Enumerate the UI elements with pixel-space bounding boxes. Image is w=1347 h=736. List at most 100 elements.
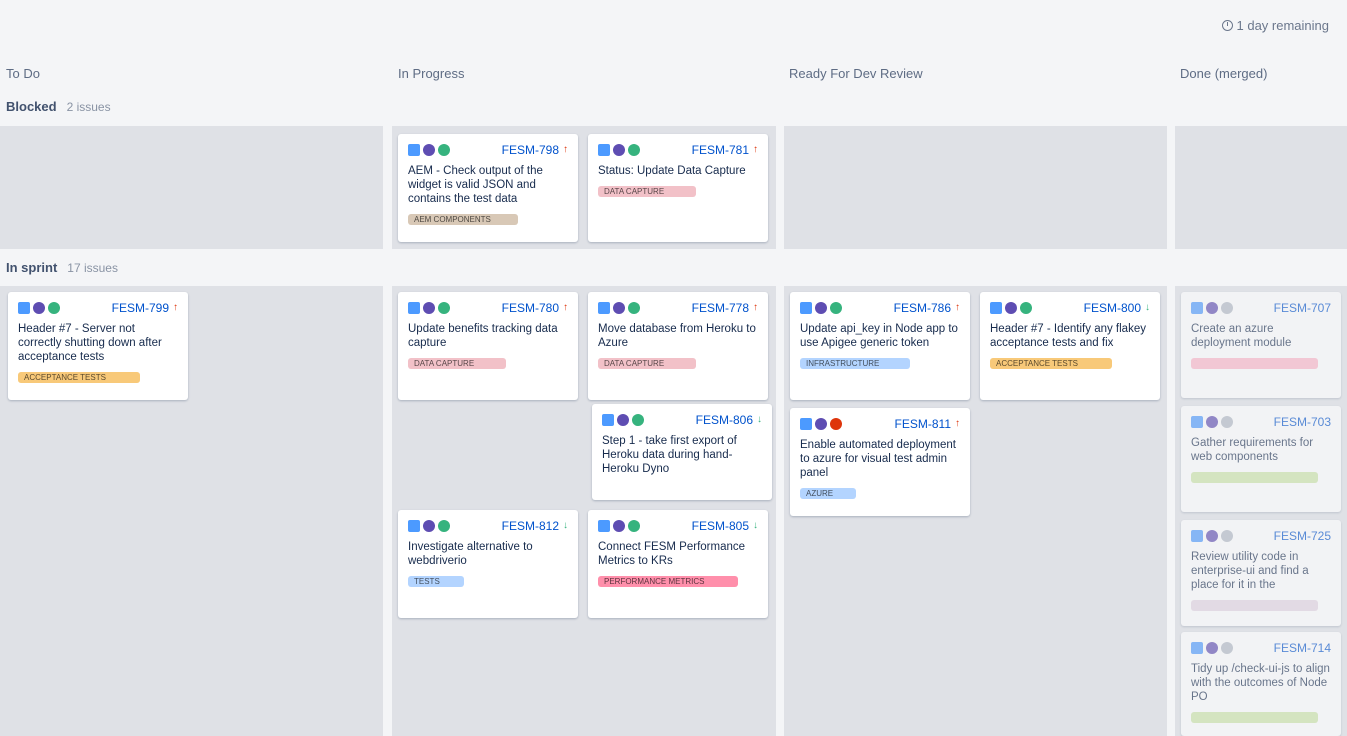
- card-header: FESM-811 ↑: [800, 416, 960, 432]
- issue-card[interactable]: FESM-781 ↑ Status: Update Data Capture DATA…: [588, 134, 768, 242]
- epic-label[interactable]: [1191, 712, 1318, 723]
- issue-type-icon: [408, 302, 420, 314]
- issue-summary: AEM - Check output of the widget is vali…: [408, 165, 543, 205]
- priority-high-icon: ↑: [955, 418, 960, 429]
- priority-high-icon: ↑: [955, 302, 960, 313]
- issue-card[interactable]: FESM-800 ↓ Header #7 - Identify any flakey…: [980, 292, 1160, 400]
- assignee-avatar[interactable]: [423, 144, 435, 156]
- issue-summary: Step 1 - take first export of Heroku dat…: [602, 435, 737, 475]
- assignee-avatar[interactable]: [1206, 416, 1218, 428]
- card-header: FESM-799 ↑: [18, 300, 178, 316]
- issue-summary: Enable automated deployment to azure for…: [800, 439, 956, 479]
- board-header: 1 day remaining: [0, 0, 1347, 56]
- status-icon: [1221, 416, 1233, 428]
- priority-low-icon: ↓: [753, 520, 758, 531]
- status-icon: [830, 302, 842, 314]
- issue-key[interactable]: FESM-798: [502, 143, 559, 157]
- epic-label[interactable]: [1191, 600, 1318, 611]
- issue-key[interactable]: FESM-811: [895, 417, 951, 431]
- epic-label[interactable]: ACCEPTANCE TESTS: [990, 358, 1112, 369]
- issue-summary: Tidy up /check-ui-js to align with the o…: [1191, 663, 1330, 703]
- swimlane-header-blocked[interactable]: Blocked 2 issues: [6, 99, 111, 114]
- status-icon: [628, 144, 640, 156]
- column-header-in-progress[interactable]: In Progress: [398, 66, 464, 81]
- assignee-avatar[interactable]: [423, 302, 435, 314]
- issue-card[interactable]: FESM-798 ↑ AEM - Check output of the widge…: [398, 134, 578, 242]
- issue-card[interactable]: FESM-780 ↑ Update benefits tracking data c…: [398, 292, 578, 400]
- issue-card[interactable]: FESM-725 Review utility code in enterpris…: [1181, 520, 1341, 626]
- assignee-avatar[interactable]: [1206, 302, 1218, 314]
- epic-label[interactable]: TESTS: [408, 576, 464, 587]
- assignee-avatar[interactable]: [617, 414, 629, 426]
- epic-label[interactable]: ACCEPTANCE TESTS: [18, 372, 140, 383]
- issue-summary: Connect FESM Performance Metrics to KRs: [598, 541, 746, 567]
- issue-card[interactable]: FESM-812 ↓ Investigate alternative to webd…: [398, 510, 578, 618]
- column-header-ready-for-review[interactable]: Ready For Dev Review: [789, 66, 923, 81]
- priority-high-icon: ↑: [753, 144, 758, 155]
- issue-summary: Header #7 - Server not correctly shuttin…: [18, 323, 162, 363]
- assignee-avatar[interactable]: [1005, 302, 1017, 314]
- issue-card[interactable]: FESM-703 Gather requirements for web comp…: [1181, 406, 1341, 512]
- epic-label[interactable]: PERFORMANCE METRICS: [598, 576, 738, 587]
- assignee-avatar[interactable]: [613, 144, 625, 156]
- priority-high-icon: ↑: [563, 144, 568, 155]
- swimlane-count: 2 issues: [66, 99, 111, 114]
- issue-card[interactable]: FESM-805 ↓ Connect FESM Performance Metric…: [588, 510, 768, 618]
- assignee-avatar[interactable]: [1206, 530, 1218, 542]
- assignee-avatar[interactable]: [423, 520, 435, 532]
- column-header-todo[interactable]: To Do: [6, 66, 40, 81]
- issue-type-icon: [602, 414, 614, 426]
- assignee-avatar[interactable]: [1206, 642, 1218, 654]
- issue-card[interactable]: FESM-806 ↓ Step 1 - take first export of H…: [592, 404, 772, 500]
- issue-summary: Move database from Heroku to Azure: [598, 323, 756, 349]
- epic-label[interactable]: DATA CAPTURE: [408, 358, 506, 369]
- swimlane-count: 17 issues: [67, 260, 118, 275]
- issue-key[interactable]: FESM-812: [502, 519, 559, 533]
- epic-label[interactable]: DATA CAPTURE: [598, 186, 696, 197]
- issue-key[interactable]: FESM-806: [696, 413, 753, 427]
- epic-label[interactable]: [1191, 472, 1318, 483]
- status-icon: [830, 418, 842, 430]
- clock-icon: [1221, 20, 1233, 31]
- issue-summary: Header #7 - Identify any flakey acceptan…: [990, 323, 1146, 349]
- issue-type-icon: [800, 302, 812, 314]
- issue-card[interactable]: FESM-778 ↑ Move database from Heroku to Az…: [588, 292, 768, 400]
- issue-key[interactable]: FESM-714: [1274, 641, 1331, 655]
- issue-key[interactable]: FESM-781: [692, 143, 749, 157]
- issue-type-icon: [408, 520, 420, 532]
- issue-card[interactable]: FESM-811 ↑ Enable automated deployment to …: [790, 408, 970, 516]
- assignee-avatar[interactable]: [815, 302, 827, 314]
- issue-key[interactable]: FESM-805: [692, 519, 749, 533]
- issue-key[interactable]: FESM-799: [112, 301, 169, 315]
- epic-label[interactable]: [1191, 358, 1318, 369]
- priority-low-icon: ↓: [1145, 302, 1150, 313]
- issue-key[interactable]: FESM-725: [1274, 529, 1331, 543]
- issue-key[interactable]: FESM-707: [1274, 301, 1331, 315]
- epic-label[interactable]: DATA CAPTURE: [598, 358, 696, 369]
- epic-label[interactable]: INFRASTRUCTURE: [800, 358, 910, 369]
- swimlane-header-in-sprint[interactable]: In sprint 17 issues: [6, 260, 118, 275]
- status-icon: [628, 520, 640, 532]
- epic-label[interactable]: AEM COMPONENTS: [408, 214, 518, 225]
- issue-key[interactable]: FESM-703: [1274, 415, 1331, 429]
- issue-key[interactable]: FESM-800: [1084, 301, 1141, 315]
- issue-card[interactable]: FESM-707 Create an azure deployment modul…: [1181, 292, 1341, 398]
- epic-label[interactable]: AZURE: [800, 488, 856, 499]
- card-header: FESM-806 ↓: [602, 412, 762, 428]
- swimlane-title: In sprint: [6, 260, 58, 275]
- column-header-done[interactable]: Done (merged): [1180, 66, 1267, 81]
- issue-summary: Investigate alternative to webdriverio: [408, 541, 533, 567]
- assignee-avatar[interactable]: [613, 302, 625, 314]
- cell-blocked-ready-for-review: [784, 126, 1167, 249]
- issue-card[interactable]: FESM-786 ↑ Update api_key in Node app to u…: [790, 292, 970, 400]
- issue-key[interactable]: FESM-786: [894, 301, 951, 315]
- issue-card[interactable]: FESM-799 ↑ Header #7 - Server not correctl…: [8, 292, 188, 400]
- issue-key[interactable]: FESM-780: [502, 301, 559, 315]
- issue-key[interactable]: FESM-778: [692, 301, 749, 315]
- issue-card[interactable]: FESM-714 Tidy up /check-ui-js to align wi…: [1181, 632, 1341, 736]
- assignee-avatar[interactable]: [33, 302, 45, 314]
- assignee-avatar[interactable]: [815, 418, 827, 430]
- assignee-avatar[interactable]: [613, 520, 625, 532]
- issue-summary: Gather requirements for web components: [1191, 437, 1314, 463]
- card-header: FESM-707: [1191, 300, 1331, 316]
